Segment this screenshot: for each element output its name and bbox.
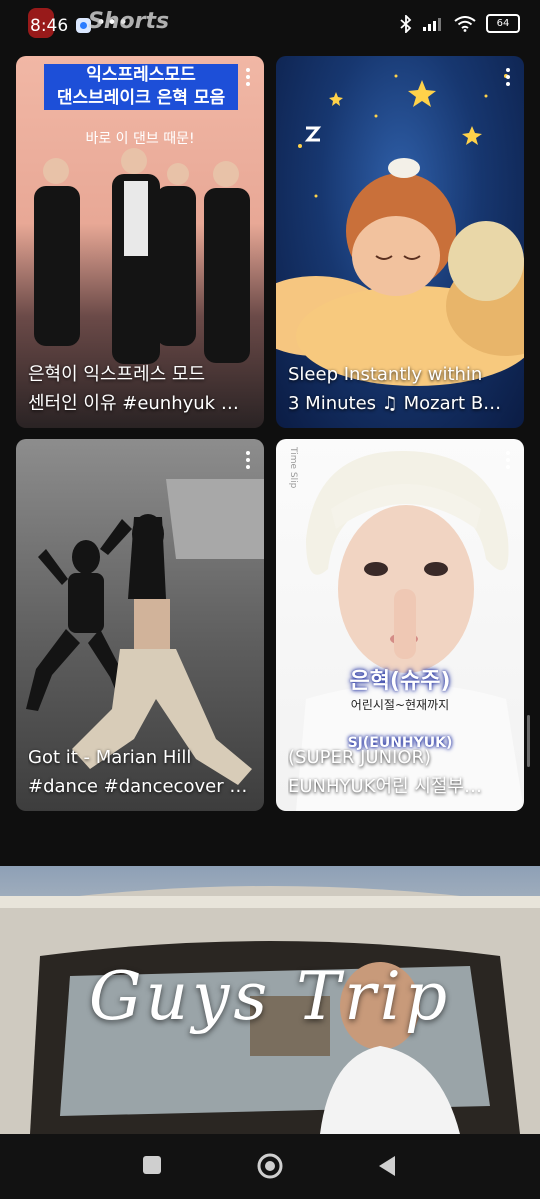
status-time: 8:46 (30, 16, 69, 36)
caption-line-2: 3 Minutes ♫ Mozart B… (288, 393, 502, 414)
caption-line-2: #dance #dancecover … (28, 776, 248, 797)
battery-icon: 64 (486, 14, 520, 33)
short-caption: Sleep Instantly within 3 Minutes ♫ Mozar… (288, 360, 512, 418)
banner-subtitle: 바로 이 댄브 때문! (85, 131, 195, 147)
video-title-overlay: Guys Trip (88, 958, 452, 1035)
banner-line-2: 댄스브레이크 은혁 모음 (56, 88, 226, 108)
short-caption: Got it - Marian Hill #dance #dancecover … (28, 743, 252, 801)
app-title: Shorts (88, 9, 170, 34)
more-options-icon[interactable] (506, 68, 510, 86)
short-card-4[interactable]: Time Slip 은혁(슈주) 어린시절~현재까지 SJ(EUNHYUK) (… (276, 439, 524, 811)
more-options-icon[interactable] (506, 451, 510, 469)
back-icon[interactable] (377, 1154, 397, 1178)
short-caption: 은혁이 익스프레스 모드 센터인 이유 #eunhyuk … (28, 360, 252, 418)
side-watermark-text: Time Slip (288, 447, 298, 489)
caption-line-2: 센터인 이유 #eunhyuk … (28, 393, 239, 414)
caption-line-1: Got it - Marian Hill (28, 747, 192, 768)
video-preview[interactable]: Guys Trip (0, 866, 540, 1134)
status-icons: 64 (400, 14, 520, 33)
short-card-3[interactable]: Got it - Marian Hill #dance #dancecover … (16, 439, 264, 811)
caption-line-1: 은혁이 익스프레스 모드 (28, 364, 206, 385)
overlay-title: 은혁(슈주) (349, 669, 451, 694)
system-navigation-bar (0, 1134, 540, 1199)
scrollbar-thumb[interactable] (527, 715, 530, 767)
caption-line-1: (SUPER JUNIOR) (288, 747, 432, 768)
home-icon[interactable] (256, 1152, 284, 1180)
more-options-icon[interactable] (246, 451, 250, 469)
signal-icon (423, 17, 441, 31)
short-caption: (SUPER JUNIOR) EUNHYUK어린 시절부… (288, 743, 512, 801)
overlay-subtitle: 어린시절~현재까지 (350, 698, 450, 712)
bluetooth-icon (400, 14, 412, 33)
short-card-1[interactable]: 익스프레스모드 댄스브레이크 은혁 모음 바로 이 댄브 때문! 은혁이 익스프… (16, 56, 264, 428)
caption-line-2: EUNHYUK어린 시절부… (288, 776, 483, 797)
wifi-icon (454, 15, 476, 32)
banner-line-1: 익스프레스모드 (86, 65, 196, 85)
recent-apps-icon[interactable] (141, 1154, 163, 1176)
more-options-icon[interactable] (246, 68, 250, 86)
short-card-2[interactable]: Sleep Instantly within 3 Minutes ♫ Mozar… (276, 56, 524, 428)
caption-line-1: Sleep Instantly within (288, 364, 483, 385)
thumbnail-banner: 익스프레스모드 댄스브레이크 은혁 모음 (44, 64, 238, 110)
status-bar: 8:46 ••• Shorts 64 (0, 0, 540, 46)
